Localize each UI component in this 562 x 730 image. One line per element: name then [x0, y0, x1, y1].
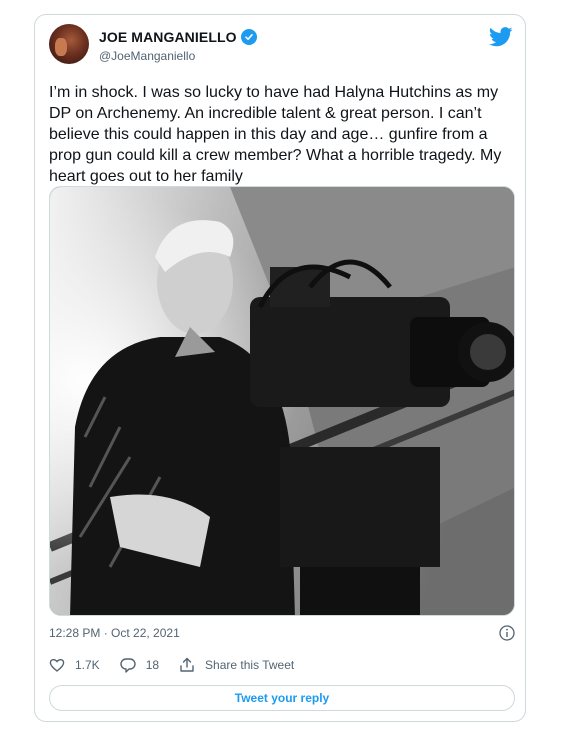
share-label: Share this Tweet — [205, 658, 295, 672]
reply-count: 18 — [145, 658, 160, 672]
display-name[interactable]: JOE MANGANIELLO — [99, 29, 237, 45]
tweet-your-reply-button[interactable]: Tweet your reply — [49, 685, 515, 711]
heart-icon — [49, 658, 65, 672]
tweet-actions: 1.7K 18 Share this Tweet — [49, 657, 314, 673]
author-name-row[interactable]: JOE MANGANIELLO — [99, 29, 257, 45]
tweet-card: JOE MANGANIELLO @JoeManganiello I’m in s… — [34, 14, 526, 722]
avatar[interactable] — [49, 24, 89, 64]
like-count: 1.7K — [75, 658, 100, 672]
twitter-bird-icon[interactable] — [489, 27, 513, 47]
info-icon[interactable] — [499, 625, 515, 641]
share-icon — [180, 657, 194, 672]
author-handle[interactable]: @JoeManganiello — [99, 49, 195, 63]
reply-bubble-icon — [120, 658, 136, 673]
reply-action[interactable]: 18 — [120, 657, 159, 673]
tweet-text: I’m in shock. I was so lucky to have had… — [49, 84, 502, 185]
share-action[interactable]: Share this Tweet — [179, 657, 294, 673]
like-action[interactable]: 1.7K — [49, 657, 100, 673]
tweet-timestamp[interactable]: 12:28 PM · Oct 22, 2021 — [49, 626, 180, 640]
verified-badge-icon — [240, 29, 257, 45]
tweet-photo[interactable] — [49, 186, 515, 616]
tweet-meta-row: 12:28 PM · Oct 22, 2021 — [49, 625, 515, 641]
photo-illustration — [50, 187, 514, 615]
